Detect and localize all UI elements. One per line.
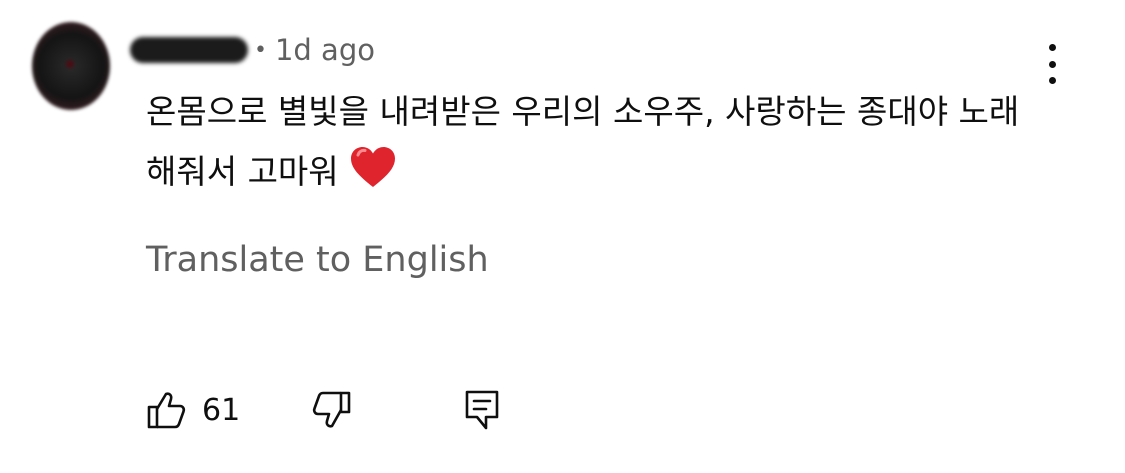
timestamp: 1d ago bbox=[274, 33, 375, 67]
reply-comment-icon bbox=[465, 390, 499, 430]
comment-body: 온몸으로 별빛을 내려받은 우리의 소우주, 사랑하는 종대야 노래해줘서 고마… bbox=[146, 82, 1046, 208]
avatar[interactable] bbox=[32, 22, 110, 110]
more-options-button[interactable] bbox=[1040, 44, 1064, 84]
meta-separator: • bbox=[254, 37, 267, 63]
username-redacted[interactable] bbox=[130, 37, 248, 63]
thumbs-up-icon bbox=[147, 392, 186, 429]
thumbs-down-icon bbox=[313, 391, 351, 428]
like-button[interactable] bbox=[146, 390, 186, 430]
reply-button[interactable] bbox=[464, 389, 500, 431]
comment-text: 온몸으로 별빛을 내려받은 우리의 소우주, 사랑하는 종대야 노래해줘서 고마… bbox=[146, 92, 1020, 191]
comment-meta: • 1d ago bbox=[130, 28, 375, 72]
heart-emoji bbox=[349, 145, 397, 208]
more-vertical-icon bbox=[1048, 44, 1056, 51]
like-count: 61 bbox=[202, 392, 241, 428]
comment-actions: 61 bbox=[146, 388, 500, 432]
dislike-button[interactable] bbox=[312, 390, 352, 430]
translate-link[interactable]: Translate to English bbox=[146, 240, 489, 280]
